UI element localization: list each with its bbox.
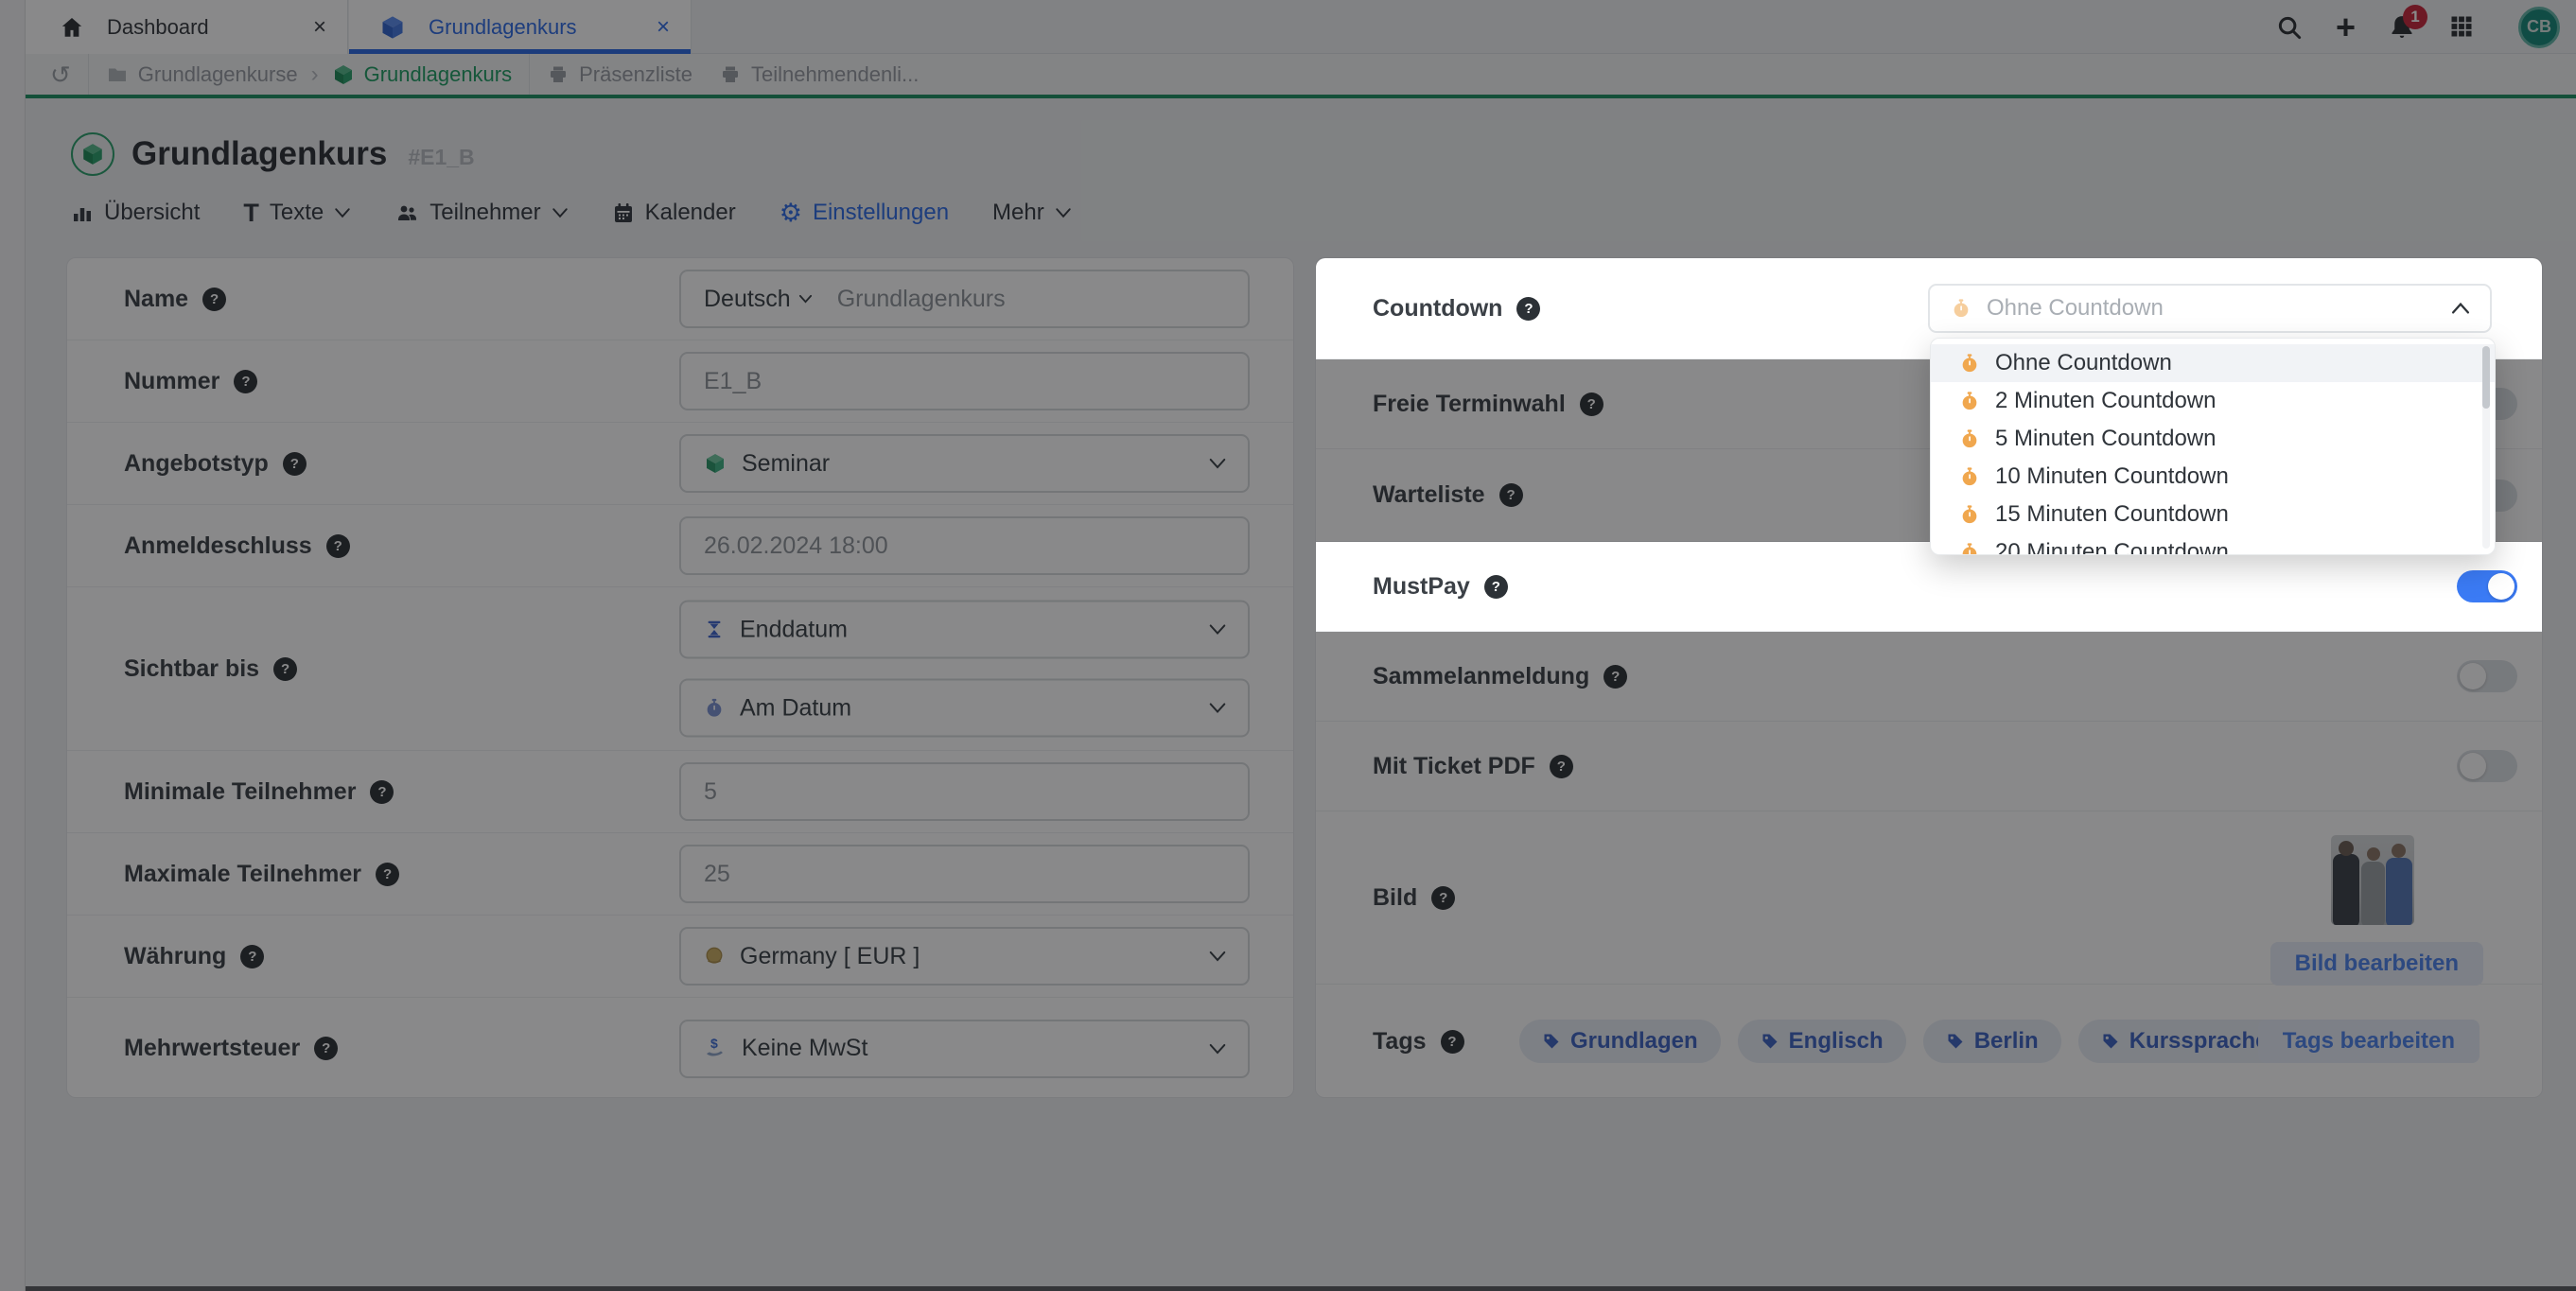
- dropdown-option[interactable]: 20 Minuten Countdown: [1931, 533, 2495, 555]
- mustpay-toggle[interactable]: [2457, 570, 2517, 602]
- dropdown-option[interactable]: 10 Minuten Countdown: [1931, 458, 2495, 496]
- toggle-knob: [2488, 573, 2515, 600]
- field-label: Countdown: [1373, 295, 1502, 323]
- countdown-dropdown: Ohne Countdown 2 Minuten Countdown 5 Min…: [1930, 338, 2496, 555]
- chevron-up-icon: [2450, 302, 2471, 315]
- scrollbar-thumb[interactable]: [2482, 346, 2490, 409]
- dropdown-option[interactable]: 15 Minuten Countdown: [1931, 496, 2495, 533]
- option-label: Ohne Countdown: [1995, 350, 2172, 376]
- help-icon[interactable]: ?: [1484, 575, 1508, 599]
- stopwatch-icon: [1959, 427, 1980, 450]
- dropdown-option[interactable]: Ohne Countdown: [1931, 344, 2495, 382]
- option-label: 20 Minuten Countdown: [1995, 539, 2229, 555]
- stopwatch-icon: [1951, 297, 1971, 320]
- field-label: MustPay: [1373, 573, 1470, 601]
- stopwatch-icon: [1959, 541, 1980, 555]
- countdown-placeholder: Ohne Countdown: [1987, 295, 2164, 322]
- dropdown-option[interactable]: 5 Minuten Countdown: [1931, 420, 2495, 458]
- option-label: 5 Minuten Countdown: [1995, 426, 2216, 452]
- tour-dim-overlay: [0, 0, 2576, 1291]
- stopwatch-icon: [1959, 390, 1980, 412]
- dropdown-option[interactable]: 2 Minuten Countdown: [1931, 382, 2495, 420]
- option-label: 2 Minuten Countdown: [1995, 388, 2216, 414]
- form-row-mustpay: MustPay?: [1316, 542, 2542, 632]
- option-label: 15 Minuten Countdown: [1995, 501, 2229, 528]
- help-icon[interactable]: ?: [1516, 297, 1540, 321]
- stopwatch-icon: [1959, 352, 1980, 375]
- stopwatch-icon: [1959, 503, 1980, 526]
- stopwatch-icon: [1959, 465, 1980, 488]
- countdown-select[interactable]: Ohne Countdown: [1928, 284, 2492, 333]
- option-label: 10 Minuten Countdown: [1995, 463, 2229, 490]
